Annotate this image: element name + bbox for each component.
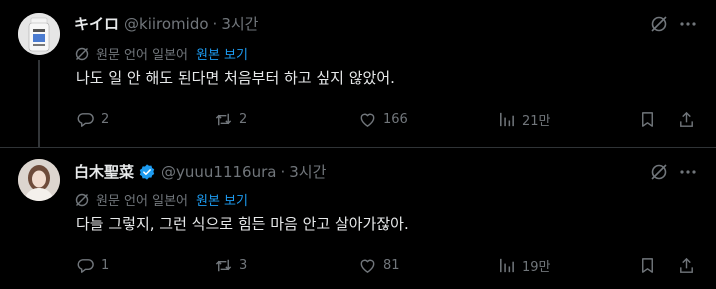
grok-icon[interactable]	[649, 162, 669, 182]
reply-icon	[77, 112, 94, 127]
handle[interactable]: @yuuu1116ura	[161, 163, 276, 181]
handle[interactable]: @kiiromido	[124, 15, 209, 33]
translation-notice: 원문 언어 일본어 원본 보기	[74, 44, 248, 63]
tweet-actions: 2 2 166 21만	[76, 108, 696, 130]
tweet-text: 다들 그렇지, 그런 식으로 힘든 마음 안고 살아가잖아.	[76, 215, 409, 233]
tweet-thread: キイロ @kiiromido · 3시간 원문 언어 일본어 원본 보기 나도 …	[0, 0, 716, 289]
tweet-text: 나도 일 안 해도 된다면 처음부터 하고 싶지 않았어.	[76, 69, 395, 87]
translate-note: 원문 언어 일본어	[96, 48, 188, 63]
display-name[interactable]: キイロ	[74, 13, 119, 34]
tweet[interactable]: キイロ @kiiromido · 3시간 원문 언어 일본어 원본 보기 나도 …	[0, 0, 716, 147]
share-button[interactable]	[677, 108, 696, 130]
grok-icon[interactable]	[649, 14, 669, 34]
show-original-link[interactable]: 원본 보기	[196, 190, 248, 209]
heart-icon	[360, 259, 375, 273]
retweet-icon	[215, 259, 232, 271]
timestamp[interactable]: 3시간	[221, 13, 258, 34]
display-name[interactable]: 白木聖菜	[74, 161, 134, 182]
separator: ·	[212, 14, 218, 33]
translation-notice: 원문 언어 일본어 원본 보기	[74, 190, 248, 209]
like-button[interactable]: 166	[358, 108, 408, 130]
retweet-button[interactable]: 3	[214, 254, 247, 276]
share-button[interactable]	[677, 254, 696, 276]
thread-connector	[38, 60, 40, 147]
heart-icon	[360, 113, 375, 127]
verified-badge-icon[interactable]	[138, 163, 156, 181]
views-icon	[500, 112, 514, 126]
like-count: 81	[383, 257, 400, 273]
views-button[interactable]: 21만	[497, 108, 551, 130]
bookmark-button[interactable]	[638, 108, 657, 130]
show-original-link[interactable]: 원본 보기	[196, 44, 248, 63]
reply-icon	[77, 258, 94, 273]
view-count: 21만	[522, 113, 551, 129]
like-count: 166	[383, 111, 408, 127]
bookmark-button[interactable]	[638, 254, 657, 276]
tweet-actions: 1 3 81 19만	[76, 254, 696, 276]
reply-count: 1	[101, 257, 110, 273]
more-icon[interactable]	[678, 14, 698, 34]
translate-icon	[75, 193, 89, 206]
tweet-header: キイロ @kiiromido · 3시간	[74, 13, 258, 34]
reply-button[interactable]: 2	[76, 108, 109, 130]
translate-icon	[75, 47, 89, 60]
bookmark-icon	[642, 257, 653, 273]
reply-button[interactable]: 1	[76, 254, 109, 276]
retweet-count: 3	[239, 257, 248, 273]
avatar[interactable]	[18, 159, 60, 201]
bookmark-icon	[642, 111, 653, 127]
retweet-count: 2	[239, 111, 248, 127]
avatar[interactable]	[18, 13, 60, 55]
share-icon	[680, 257, 693, 273]
reply-count: 2	[101, 111, 110, 127]
retweet-button[interactable]: 2	[214, 108, 247, 130]
views-icon	[500, 258, 514, 272]
view-count: 19만	[522, 259, 551, 275]
translate-note: 원문 언어 일본어	[96, 194, 188, 209]
more-icon[interactable]	[678, 162, 698, 182]
timestamp[interactable]: 3시간	[289, 161, 326, 182]
views-button[interactable]: 19만	[497, 254, 551, 276]
tweet-header: 白木聖菜 @yuuu1116ura · 3시간	[74, 161, 326, 182]
separator: ·	[280, 162, 286, 181]
tweet[interactable]: 白木聖菜 @yuuu1116ura · 3시간 원문 언어 일본어 원본 보기	[0, 147, 716, 289]
like-button[interactable]: 81	[358, 254, 400, 276]
retweet-icon	[215, 113, 232, 125]
share-icon	[680, 111, 693, 127]
